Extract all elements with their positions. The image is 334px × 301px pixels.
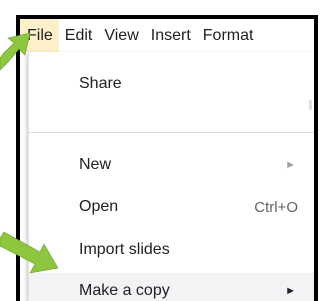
screenshot-frame: File Edit View Insert Format Share New ►… bbox=[16, 15, 318, 301]
menu-item-label: Import slides bbox=[79, 241, 170, 258]
submenu-arrow-icon: ► bbox=[285, 285, 296, 297]
menu-edit[interactable]: Edit bbox=[59, 19, 99, 52]
menu-item-open[interactable]: Open Ctrl+O bbox=[29, 189, 314, 225]
submenu-arrow-icon: ► bbox=[285, 159, 296, 171]
menu-view[interactable]: View bbox=[98, 19, 144, 52]
shortcut-label: Ctrl+O bbox=[254, 198, 298, 216]
menu-item-share[interactable]: Share bbox=[29, 66, 314, 102]
menu-item-label: Make a copy bbox=[79, 282, 170, 299]
menu-item-label: Open bbox=[79, 198, 119, 215]
file-menu-dropdown: Share New ► Open Ctrl+O Import slides Ma… bbox=[28, 52, 314, 301]
menu-item-make-a-copy[interactable]: Make a copy ► bbox=[29, 273, 314, 301]
menu-item-label: New bbox=[79, 156, 112, 173]
menu-item-import-slides[interactable]: Import slides bbox=[29, 232, 314, 268]
menu-divider bbox=[29, 132, 314, 133]
menu-item-new[interactable]: New ► bbox=[29, 147, 314, 183]
menu-file[interactable]: File bbox=[20, 19, 59, 52]
menu-bar: File Edit View Insert Format bbox=[20, 19, 314, 52]
menu-format[interactable]: Format bbox=[197, 19, 260, 52]
menu-insert[interactable]: Insert bbox=[145, 19, 197, 52]
menu-item-label: Share bbox=[79, 75, 122, 92]
